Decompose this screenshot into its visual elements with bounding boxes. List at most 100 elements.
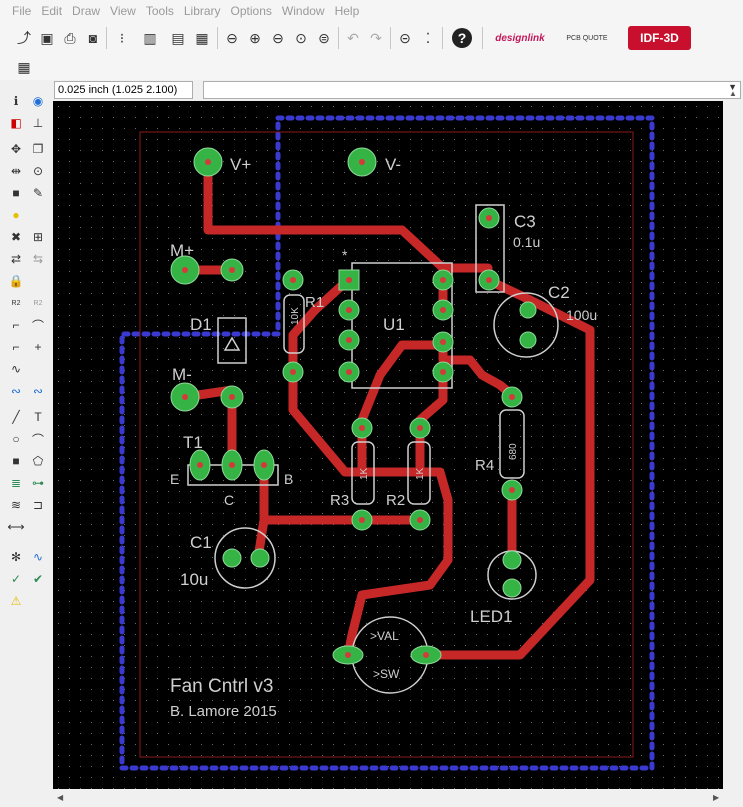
grid-icon[interactable]: ▦ (14, 57, 34, 77)
label-c3-value: 0.1u (513, 234, 540, 250)
idf-3d-button[interactable]: IDF-3D (628, 26, 691, 50)
rotate-icon[interactable]: ⊙ (29, 162, 47, 180)
route-icon[interactable]: ∿ (7, 360, 25, 378)
arc-icon[interactable]: ⌒ (29, 430, 47, 448)
lock-icon[interactable]: 🔒 (7, 272, 25, 290)
save-icon[interactable]: ▣ (37, 28, 57, 48)
mark-icon[interactable]: ⊥ (29, 114, 47, 132)
menu-bar: File Edit Draw View Tools Library Options Windo… (0, 0, 743, 23)
coordinate-display: 0.025 inch (1.025 2.100) (54, 81, 193, 99)
menu-tools[interactable]: Tools (141, 0, 179, 18)
zoom-area-icon[interactable]: ⊜ (314, 28, 334, 48)
miter-icon[interactable]: ⌒ (29, 316, 47, 334)
label-u1: U1 (383, 315, 405, 334)
layout-icon[interactable]: ▦ (192, 28, 212, 48)
menu-help[interactable]: Help (330, 0, 365, 18)
name-icon[interactable]: ⇆ (29, 250, 47, 268)
copy-icon[interactable]: ❐ (29, 140, 47, 158)
display-layers-icon[interactable]: ◧ (7, 114, 25, 132)
circle-icon[interactable]: ○ (7, 430, 25, 448)
smash-icon[interactable]: R2 (7, 294, 25, 312)
designlink-button[interactable]: designlink (494, 26, 546, 50)
rect-icon[interactable]: ■ (7, 452, 25, 470)
redo-icon[interactable]: ↷ (366, 28, 386, 48)
schematic-icon[interactable]: ▤ (168, 28, 188, 48)
menu-file[interactable]: File (0, 0, 36, 18)
change-icon[interactable]: ✎ (29, 184, 47, 202)
dimension-icon[interactable]: ⟷ (7, 518, 25, 536)
menu-window[interactable]: Window (277, 0, 330, 18)
label-u1-pin1: * (342, 247, 348, 263)
tool-palette: ℹ ◉ ◧ ⊥ ✥ ❐ ⇹ ⊙ ■ ✎ ● ✖ ⊞ ⇄ ⇆ 🔒 R2 R2 ⌐ … (0, 90, 52, 790)
label-c1-value: 10u (180, 570, 208, 589)
text-icon[interactable]: T (29, 408, 47, 426)
value-icon[interactable]: R2 (29, 294, 47, 312)
label-pot-switch: >SW (373, 667, 400, 681)
scroll-right-icon[interactable]: ▶ (713, 793, 719, 802)
hole-icon[interactable]: ≋ (7, 496, 25, 514)
scroll-left-icon[interactable]: ◀ (57, 793, 63, 802)
board-icon[interactable]: ▥ (140, 28, 160, 48)
optimize-icon[interactable]: ⌐ (7, 338, 25, 356)
menu-view[interactable]: View (105, 0, 141, 18)
wire-icon[interactable]: ∾ (29, 382, 47, 400)
label-title: Fan Cntrl v3 (170, 676, 273, 697)
label-r1: R1 (305, 294, 324, 311)
label-c2-value: 100u (566, 307, 597, 323)
meander-icon[interactable]: + (29, 338, 47, 356)
vertical-scrollbar[interactable]: ▲ (723, 89, 743, 789)
horizontal-scrollbar[interactable]: ◀ ▶ (53, 789, 723, 807)
move-icon[interactable]: ✥ (7, 140, 25, 158)
label-r1-value: 10K (290, 307, 301, 325)
replace-icon[interactable]: ⇄ (7, 250, 25, 268)
menu-library[interactable]: Library (179, 0, 226, 18)
command-line[interactable]: ▼ (203, 81, 741, 99)
info-icon[interactable]: ℹ (7, 92, 25, 110)
zoom-redraw-icon[interactable]: ⊙ (291, 28, 311, 48)
label-pot-value: >VAL (370, 629, 399, 643)
label-r2-value: 1K (415, 467, 426, 480)
zoom-fit-icon[interactable]: ⊖ (222, 28, 242, 48)
coordinate-row: 0.025 inch (1.025 2.100) ▼ (0, 80, 743, 100)
menu-options[interactable]: Options (226, 0, 277, 18)
stop-icon[interactable]: ⊝ (395, 28, 415, 48)
drc-icon[interactable]: ✓ (7, 570, 25, 588)
signal-icon[interactable]: ⊶ (29, 474, 47, 492)
script-icon[interactable]: ⁝ (112, 28, 132, 48)
menu-draw[interactable]: Draw (67, 0, 105, 18)
polygon-icon[interactable]: ⬠ (29, 452, 47, 470)
undo-icon[interactable]: ↶ (343, 28, 363, 48)
mirror-icon[interactable]: ⇹ (7, 162, 25, 180)
board-canvas[interactable]: V+ V- M+ M- D1 T1 E C B C1 10u R1 10K * … (53, 101, 723, 789)
show-icon[interactable]: ◉ (29, 92, 47, 110)
warning-icon[interactable]: ⚠ (7, 592, 25, 610)
zoom-out-icon[interactable]: ⊖ (268, 28, 288, 48)
split-icon[interactable]: ⌐ (7, 316, 25, 334)
main-toolbar: ⤴ ▣ ⎙ ◙ ⁝ ▥ ▤ ▦ ⊖ ⊕ ⊖ ⊙ ⊜ ↶ ↷ ⊝ ⁚ ? desi… (0, 22, 743, 55)
add-icon[interactable]: ⊞ (29, 228, 47, 246)
ratsnest-icon[interactable]: ⊐ (29, 496, 47, 514)
label-d1: D1 (190, 315, 212, 334)
scroll-up-icon[interactable]: ▲ (729, 89, 737, 98)
camera-icon[interactable]: ◙ (83, 28, 103, 48)
paste-icon[interactable]: ● (7, 206, 25, 224)
line-icon[interactable]: ╱ (7, 408, 25, 426)
print-icon[interactable]: ⎙ (60, 28, 80, 48)
pcb-quote-button[interactable]: PCB QUOTE (566, 26, 608, 50)
autorouter-icon[interactable]: ✻ (7, 548, 25, 566)
grid-dots (53, 101, 723, 789)
label-c1: C1 (190, 533, 212, 552)
group-icon[interactable]: ■ (7, 184, 25, 202)
go-icon[interactable]: ⁚ (418, 28, 438, 48)
route-multi-icon[interactable]: ∿ (29, 548, 47, 566)
via-icon[interactable]: ≣ (7, 474, 25, 492)
open-icon[interactable]: ⤴ (14, 28, 34, 48)
ripup-icon[interactable]: ∾ (7, 382, 25, 400)
zoom-in-icon[interactable]: ⊕ (245, 28, 265, 48)
menu-edit[interactable]: Edit (36, 0, 67, 18)
pcb-drawing[interactable]: V+ V- M+ M- D1 T1 E C B C1 10u R1 10K * … (53, 101, 723, 789)
label-c3: C3 (514, 212, 536, 231)
help-icon[interactable]: ? (452, 28, 472, 48)
delete-icon[interactable]: ✖ (7, 228, 25, 246)
erc-icon[interactable]: ✔ (29, 570, 47, 588)
